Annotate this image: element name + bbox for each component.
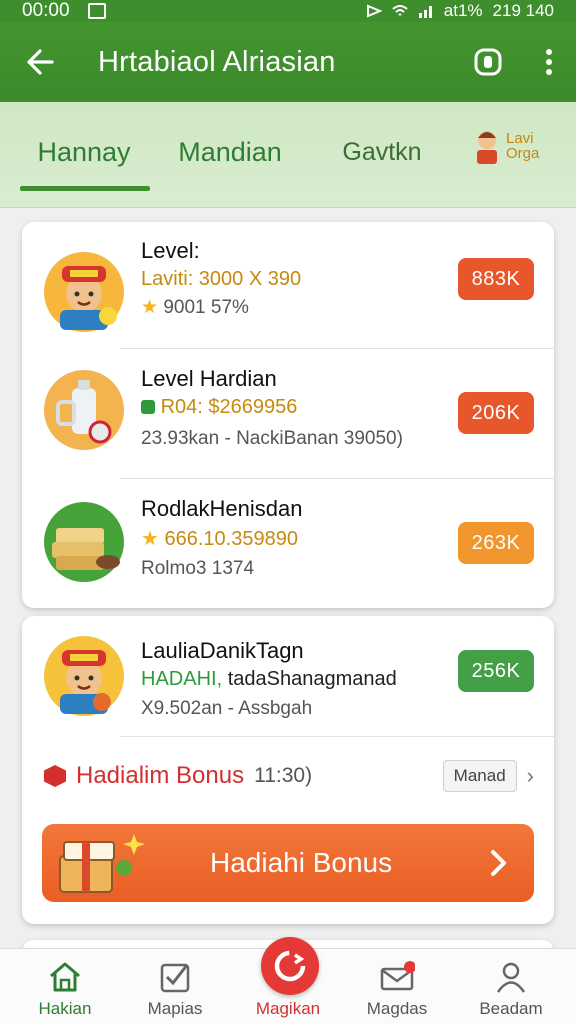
row-subtitle-text: R04: $2669956 <box>160 396 298 418</box>
list-item[interactable]: RodlakHenisdan ★ 666.10.359890 Rolmo3 13… <box>22 480 554 608</box>
amount-badge[interactable]: 256K <box>458 650 534 692</box>
nav-messages-label: Magdas <box>366 999 428 1018</box>
bottle-icon <box>44 370 124 450</box>
page-title: Hrtabiaol Alriasian <box>98 45 336 78</box>
status-time: 00:00 <box>22 0 70 21</box>
avatar-icon <box>477 131 497 164</box>
active-tab-indicator <box>20 186 150 191</box>
lock-icon <box>474 48 502 76</box>
refresh-icon <box>274 950 306 982</box>
mail-icon <box>380 961 415 991</box>
back-button[interactable] <box>0 22 80 102</box>
bottom-navigation: Hakian Mapias Magikan Magdas Beadam <box>0 937 576 1024</box>
nav-center[interactable]: Magikan <box>233 937 343 1024</box>
row-title: RodlakHenisdan <box>141 496 303 521</box>
tab-profile[interactable]: Lavi Orga <box>472 128 539 164</box>
divider <box>120 348 554 349</box>
manage-button[interactable]: Manad <box>442 760 517 792</box>
row-subtitle: R04: $2669956 <box>141 396 297 419</box>
star-icon: ★ <box>141 528 159 550</box>
checklist-icon <box>160 963 190 993</box>
chevron-right-icon[interactable]: › <box>527 763 534 789</box>
amount-badge[interactable]: 206K <box>458 392 534 434</box>
status-clock: 219 140 <box>492 1 554 20</box>
lock-button[interactable] <box>454 22 522 102</box>
row-subtitle: HADAHI, tadaShanagmanad <box>141 668 397 691</box>
shield-check-icon <box>141 400 155 414</box>
bonus-label: Hadialim Bonus <box>76 762 245 789</box>
nav-tasks[interactable]: Mapias <box>120 949 230 1024</box>
nav-home-label: Hakian <box>38 999 92 1018</box>
divider <box>120 736 554 737</box>
boy-with-cap-icon <box>44 636 124 716</box>
row-meta: Rolmo3 1374 <box>141 558 255 579</box>
nav-tasks-label: Mapias <box>147 999 203 1018</box>
bonus-card: LauliaDanikTagn HADAHI, tadaShanagmanad … <box>22 616 554 924</box>
chevron-right-icon <box>491 850 506 876</box>
status-bar: 00:00 at1% 219 140 <box>0 0 576 22</box>
more-vert-icon <box>546 49 552 75</box>
row-subtitle-green: HADAHI, <box>141 668 223 690</box>
location-icon <box>366 4 382 18</box>
arrow-left-icon <box>27 49 54 75</box>
star-icon: ★ <box>141 297 159 318</box>
tab-mandian[interactable]: Mandian <box>160 102 300 202</box>
claim-bonus-label: Hadiahi Bonus <box>210 847 393 878</box>
center-action-bubble[interactable] <box>261 937 319 995</box>
tab-profile-label-2: Orga <box>506 145 540 162</box>
amount-badge[interactable]: 263K <box>458 522 534 564</box>
divider <box>120 478 554 479</box>
user-icon <box>496 962 526 993</box>
list-item[interactable]: LauliaDanikTagn HADAHI, tadaShanagmanad … <box>22 616 554 744</box>
row-subtitle-dark: tadaShanagmanad <box>227 668 397 690</box>
nav-profile[interactable]: Beadam <box>456 949 566 1024</box>
gold-bars-icon <box>44 502 124 582</box>
row-title: LauliaDanikTagn <box>141 638 304 663</box>
reward-list-card: Level: Laviti: 3000 X 390 ★ 9001 57% 883… <box>22 222 554 608</box>
row-subtitle: Laviti: 3000 X 390 <box>141 268 302 290</box>
row-subtitle: ★ 666.10.359890 <box>141 526 298 551</box>
app-bar: Hrtabiaol Alriasian <box>0 22 576 102</box>
notification-icon <box>87 3 106 19</box>
bonus-hexagon-icon <box>44 765 66 787</box>
list-item[interactable]: Level Hardian R04: $2669956 23.93kan - N… <box>22 350 554 478</box>
row-meta-text: 9001 57% <box>163 297 249 318</box>
bonus-count: 11:30) <box>254 764 313 787</box>
boy-with-cap-icon <box>44 252 124 332</box>
tab-profile-label-1: Lavi <box>506 130 534 147</box>
gift-box-icon <box>59 834 145 893</box>
claim-bonus-button[interactable]: Hadiahi Bonus <box>42 824 534 902</box>
bonus-line: Hadialim Bonus 11:30) Manad › <box>44 756 534 796</box>
row-title: Level Hardian <box>141 366 277 391</box>
row-title: Level: <box>141 238 200 263</box>
nav-center-label: Magikan <box>255 999 321 1018</box>
row-subtitle-text: 666.10.359890 <box>164 528 298 550</box>
list-item[interactable]: Level: Laviti: 3000 X 390 ★ 9001 57% 883… <box>22 222 554 350</box>
nav-home[interactable]: Hakian <box>10 949 120 1024</box>
nav-messages[interactable]: Magdas <box>342 949 452 1024</box>
row-meta: X9.502an - Assbgah <box>141 698 313 719</box>
battery-text: at1% <box>443 1 483 20</box>
wifi-icon <box>392 5 408 16</box>
home-icon <box>50 962 80 992</box>
more-menu-button[interactable] <box>522 22 576 102</box>
nav-profile-label: Beadam <box>479 999 543 1018</box>
tab-gavtkn[interactable]: Gavtkn <box>330 102 434 202</box>
amount-badge[interactable]: 883K <box>458 258 534 300</box>
signal-icon <box>418 6 432 18</box>
row-meta: ★ 9001 57% <box>141 296 249 319</box>
row-meta: 23.93kan - NackiBanan 39050) <box>141 428 403 449</box>
